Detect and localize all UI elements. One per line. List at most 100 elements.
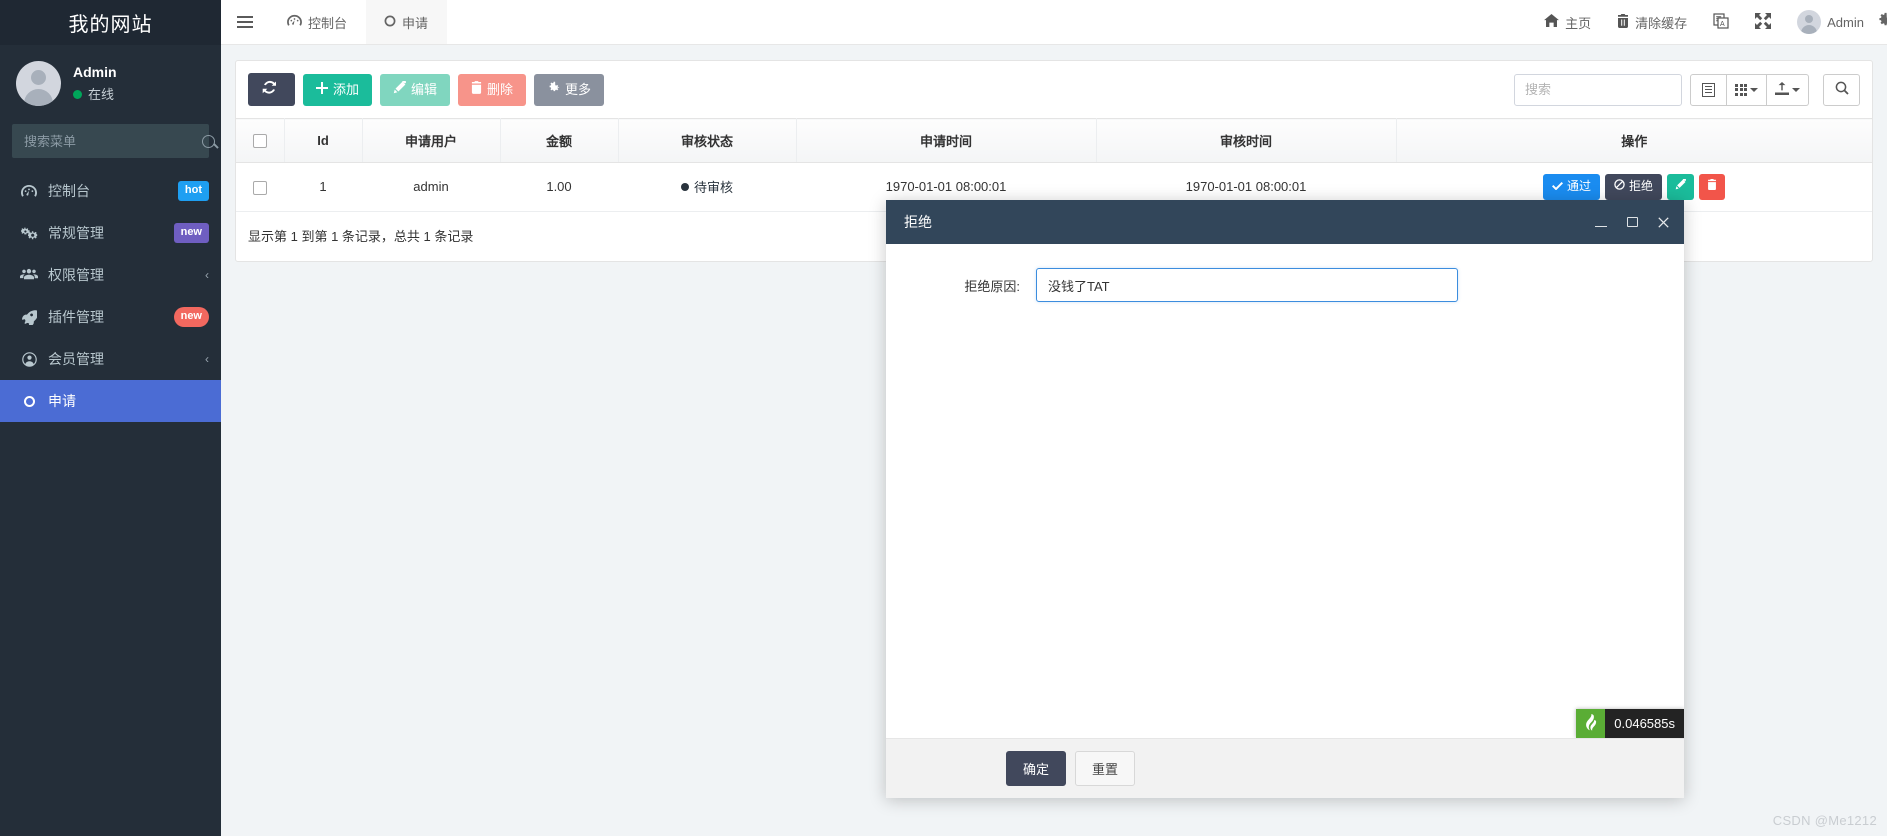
more-button[interactable]: 更多 xyxy=(534,73,605,106)
reject-label: 拒绝 xyxy=(1629,179,1654,194)
table-header-row: Id 申请用户 金额 审核状态 申请时间 审核时间 操作 xyxy=(236,118,1872,164)
reject-reason-input[interactable] xyxy=(1036,268,1458,302)
more-label: 更多 xyxy=(565,81,592,97)
sidebar-item-label: 权限管理 xyxy=(48,267,104,283)
cell-user: admin xyxy=(362,162,500,212)
advanced-search-button[interactable] xyxy=(1823,73,1860,106)
user-menu-label: Admin xyxy=(1827,14,1864,30)
trace-badge[interactable]: 0.046585s xyxy=(1576,709,1684,738)
reject-reason-row: 拒绝原因: xyxy=(886,244,1684,302)
select-all-checkbox[interactable] xyxy=(252,134,267,149)
confirm-button[interactable]: 确定 xyxy=(1006,751,1067,786)
column-chooser-button[interactable] xyxy=(1727,73,1767,106)
search-icon[interactable] xyxy=(202,134,215,148)
svg-text:A: A xyxy=(1720,21,1725,28)
gear-icon xyxy=(547,81,560,99)
menu-toggle-button[interactable] xyxy=(221,0,269,44)
list-icon xyxy=(1702,82,1715,97)
user-name: Admin xyxy=(73,64,117,81)
row-edit-button[interactable] xyxy=(1667,174,1695,200)
maximize-icon[interactable] xyxy=(1625,214,1639,230)
sidebar-item-general[interactable]: 常规管理 new xyxy=(0,212,221,254)
sidebar-item-label: 申请 xyxy=(48,393,76,409)
columns-icon xyxy=(1735,83,1747,96)
search-input[interactable] xyxy=(1514,73,1682,106)
home-link[interactable]: 主页 xyxy=(1531,0,1604,45)
language-switch[interactable]: A xyxy=(1700,0,1742,45)
row-checkbox[interactable] xyxy=(253,180,267,195)
dashboard-icon xyxy=(19,184,39,198)
tab-application[interactable]: 申请 xyxy=(366,0,448,44)
export-icon xyxy=(1775,81,1789,98)
language-icon: A xyxy=(1713,12,1729,32)
sidebar-item-console[interactable]: 控制台 hot xyxy=(0,170,221,212)
sidebar-item-label: 控制台 xyxy=(48,183,90,199)
delete-button[interactable]: 删除 xyxy=(458,73,527,106)
fullscreen-icon xyxy=(1755,12,1772,32)
row-delete-button[interactable] xyxy=(1699,174,1726,200)
fullscreen-toggle[interactable] xyxy=(1742,0,1784,45)
reset-button[interactable]: 重置 xyxy=(1075,751,1136,786)
add-label: 添加 xyxy=(333,81,360,97)
pencil-icon xyxy=(1675,178,1687,195)
edit-button[interactable]: 编辑 xyxy=(380,73,451,106)
export-button[interactable] xyxy=(1767,73,1809,106)
search-icon xyxy=(1835,81,1849,98)
add-button[interactable]: 添加 xyxy=(303,73,373,106)
toggle-card-view-button[interactable] xyxy=(1690,73,1727,106)
dialog-window-controls xyxy=(1594,214,1670,230)
trace-time-label: 0.046585s xyxy=(1605,709,1684,738)
sidebar-item-addon[interactable]: 插件管理 new xyxy=(0,296,221,338)
rocket-icon xyxy=(19,309,39,325)
cell-amount: 1.00 xyxy=(500,162,618,212)
minimize-icon[interactable] xyxy=(1594,214,1608,230)
column-user[interactable]: 申请用户 xyxy=(362,118,501,164)
site-logo[interactable]: 我的网站 xyxy=(0,0,221,45)
reject-button[interactable]: 拒绝 xyxy=(1605,174,1663,200)
menu-search-input[interactable] xyxy=(22,132,202,150)
chevron-down-icon xyxy=(1750,87,1758,92)
ban-icon xyxy=(1614,179,1625,195)
close-icon[interactable] xyxy=(1656,214,1670,230)
top-navbar: 控制台 申请 主页 清除缓存 A Admin xyxy=(221,0,1887,45)
column-id[interactable]: Id xyxy=(284,118,363,164)
home-label: 主页 xyxy=(1565,15,1592,31)
approve-button[interactable]: 通过 xyxy=(1542,174,1600,200)
user-panel: Admin 在线 xyxy=(0,45,221,120)
user-menu[interactable]: Admin xyxy=(1784,0,1877,45)
delete-label: 删除 xyxy=(487,81,514,97)
sidebar-item-member[interactable]: 会员管理 ‹ xyxy=(0,338,221,380)
sidebar-item-application[interactable]: 申请 xyxy=(0,380,221,422)
sidebar-badge-new: new xyxy=(173,307,209,327)
dashboard-icon xyxy=(287,14,302,30)
sidebar-item-permission[interactable]: 权限管理 ‹ xyxy=(0,254,221,296)
sidebar: 我的网站 Admin 在线 控制台 h xyxy=(0,0,221,836)
settings-gear-icon[interactable] xyxy=(1876,12,1887,34)
user-status: 在线 xyxy=(73,86,117,104)
column-audit-time[interactable]: 审核时间 xyxy=(1096,118,1397,164)
cogs-icon xyxy=(19,226,39,240)
sidebar-item-label: 常规管理 xyxy=(48,225,104,241)
clear-cache-link[interactable]: 清除缓存 xyxy=(1604,0,1700,45)
circle-o-icon xyxy=(384,15,396,30)
status-badge: 待审核 xyxy=(681,177,733,196)
tab-label: 申请 xyxy=(402,15,429,31)
column-operations: 操作 xyxy=(1396,118,1872,164)
cell-id: 1 xyxy=(284,162,362,212)
table-toolbar: 添加 编辑 删除 更多 搜索 xyxy=(236,61,1872,118)
column-status[interactable]: 审核状态 xyxy=(618,118,797,164)
trash-icon xyxy=(1707,179,1717,195)
tab-label: 控制台 xyxy=(308,15,348,31)
sidebar-item-label: 会员管理 xyxy=(48,351,104,367)
tab-bar: 控制台 申请 xyxy=(269,0,448,44)
dialog-footer: 确定 重置 xyxy=(886,738,1684,798)
column-apply-time[interactable]: 申请时间 xyxy=(796,118,1097,164)
refresh-button[interactable] xyxy=(248,73,295,107)
chevron-down-icon xyxy=(1792,87,1800,92)
dialog-title: 拒绝 xyxy=(904,214,932,230)
column-amount[interactable]: 金额 xyxy=(500,118,619,164)
dialog-header[interactable]: 拒绝 xyxy=(886,200,1684,244)
tab-console[interactable]: 控制台 xyxy=(269,0,366,44)
app-root: 我的网站 Admin 在线 控制台 h xyxy=(0,0,1887,836)
menu-search[interactable] xyxy=(12,124,215,158)
